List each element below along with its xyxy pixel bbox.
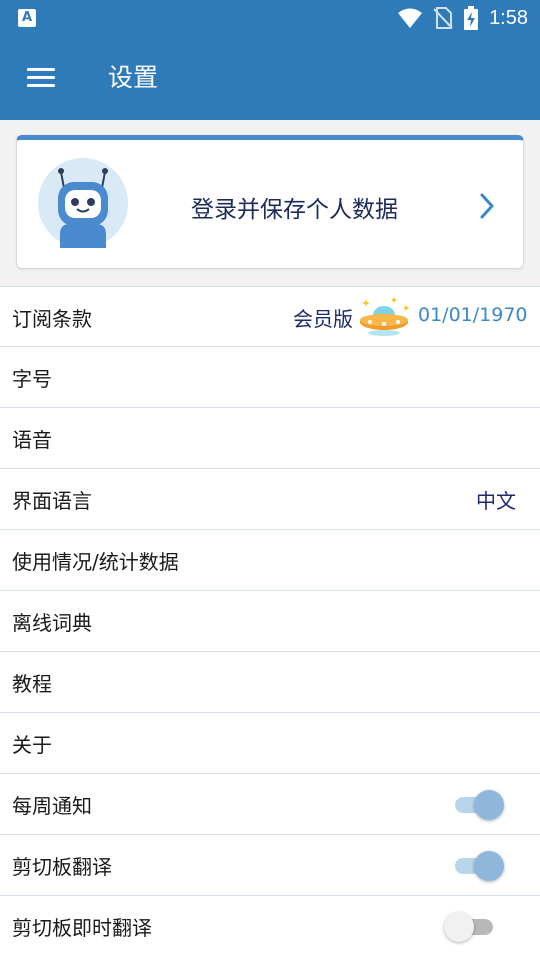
- toggle-thumb: [474, 851, 504, 881]
- settings-item-tutorial[interactable]: 教程: [0, 652, 540, 713]
- settings-item-ui-language[interactable]: 界面语言 中文: [0, 469, 540, 530]
- login-prompt: 登录并保存个人数据: [191, 197, 398, 223]
- settings-item-weekly-notification: 每周通知: [0, 774, 540, 835]
- hamburger-menu-icon[interactable]: [24, 64, 60, 92]
- settings-item-usage-stats[interactable]: 使用情况/统计数据: [0, 530, 540, 591]
- no-sim-icon: [433, 7, 453, 29]
- clipboard-instant-translate-toggle[interactable]: [444, 910, 504, 944]
- settings-item-offline-dictionary[interactable]: 离线词典: [0, 591, 540, 652]
- settings-item-label: 订阅条款: [12, 307, 92, 331]
- settings-item-label: 关于: [12, 733, 52, 757]
- ui-language-value: 中文: [476, 489, 516, 513]
- toggle-thumb: [444, 912, 474, 942]
- robot-avatar-icon: [38, 158, 128, 248]
- settings-item-label: 使用情况/统计数据: [12, 550, 179, 574]
- settings-item-label: 语音: [12, 428, 52, 452]
- status-bar: A 1:58: [0, 0, 540, 36]
- settings-item-label: 界面语言: [12, 489, 92, 513]
- clock: 1:58: [489, 6, 528, 29]
- settings-item-subscription[interactable]: 订阅条款 会员版 01/01/1970: [0, 286, 540, 347]
- wifi-icon: [398, 8, 423, 28]
- settings-item-label: 字号: [12, 367, 52, 391]
- weekly-notification-toggle[interactable]: [446, 788, 506, 822]
- settings-item-label: 每周通知: [12, 794, 92, 818]
- app-bar: 设置: [0, 36, 540, 120]
- app-notification-icon: A: [18, 9, 36, 27]
- settings-item-clipboard-instant-translate: 剪切板即时翻译: [0, 896, 540, 957]
- login-card-area: 登录并保存个人数据: [0, 120, 540, 286]
- chevron-right-icon: [480, 193, 494, 219]
- ufo-icon: [360, 297, 409, 336]
- status-icons: 1:58: [397, 6, 528, 30]
- subscription-date: 01/01/1970: [418, 304, 528, 326]
- settings-item-label: 教程: [12, 672, 52, 696]
- settings-list: 订阅条款 会员版 01/01/1970 字号 语音 界面语言 中文 使用情况/统…: [0, 286, 540, 957]
- page-title: 设置: [108, 63, 159, 92]
- settings-item-about[interactable]: 关于: [0, 713, 540, 774]
- clipboard-translate-toggle[interactable]: [446, 849, 506, 883]
- settings-item-clipboard-translate: 剪切板翻译: [0, 835, 540, 896]
- settings-item-label: 离线词典: [12, 611, 92, 635]
- settings-item-label: 剪切板翻译: [12, 855, 112, 879]
- settings-item-label: 剪切板即时翻译: [12, 916, 152, 940]
- subscription-tier: 会员版: [293, 307, 353, 331]
- battery-charging-icon: [464, 6, 479, 30]
- toggle-thumb: [474, 790, 504, 820]
- settings-item-font-size[interactable]: 字号: [0, 347, 540, 408]
- login-card[interactable]: 登录并保存个人数据: [16, 135, 524, 269]
- settings-item-voice[interactable]: 语音: [0, 408, 540, 469]
